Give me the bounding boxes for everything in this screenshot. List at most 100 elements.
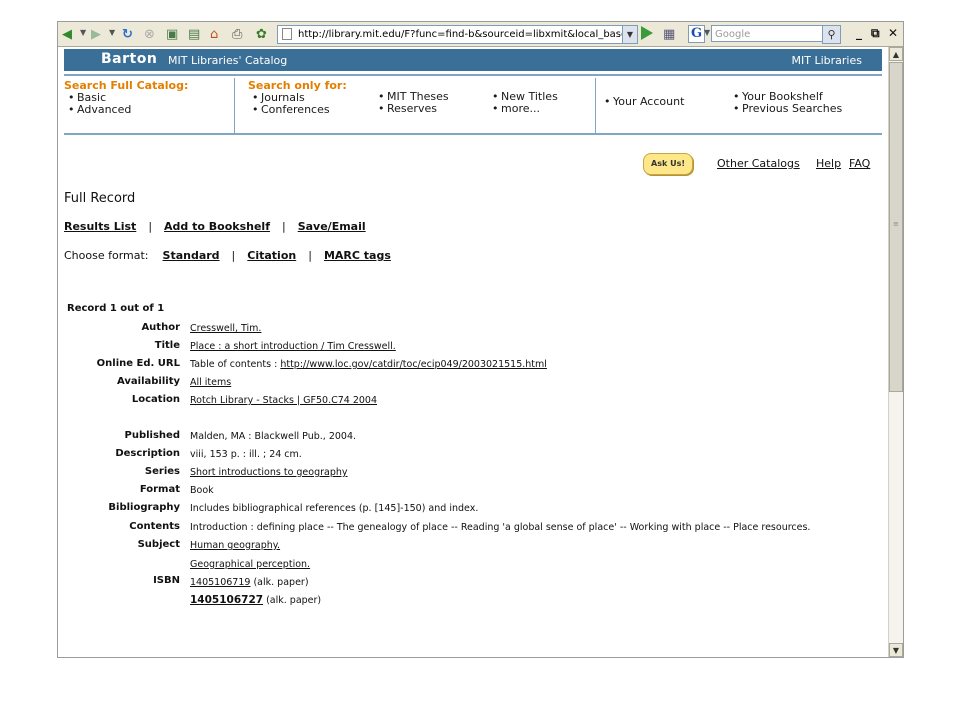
nav-column-bookshelf: Your Bookshelf Previous Searches — [729, 91, 842, 116]
nav-conferences[interactable]: Conferences — [261, 103, 330, 116]
web-page: Barton MIT Libraries' Catalog MIT Librar… — [58, 47, 887, 657]
format-chooser: Choose format: Standard | Citation | MARC ta… — [64, 249, 391, 262]
location-label: Location — [131, 394, 180, 405]
back-dropdown-icon[interactable]: ▼ — [80, 28, 86, 37]
faq-link[interactable]: FAQ — [849, 157, 870, 170]
search-engine-dropdown-icon[interactable]: ▼ — [704, 28, 710, 37]
search-only-section: Search only for: Journals Conferences — [248, 79, 347, 116]
search-icon[interactable]: ⚲ — [822, 25, 841, 44]
extension-icon[interactable]: ▦ — [663, 25, 675, 43]
scroll-up-icon[interactable]: ▲ — [889, 47, 903, 61]
record-actions: Results List | Add to Bookshelf | Save/Email — [64, 220, 366, 233]
other-catalogs-link[interactable]: Other Catalogs — [717, 157, 800, 170]
format-value: Book — [190, 485, 214, 496]
save-email-link[interactable]: Save/Email — [298, 220, 366, 233]
author-label: Author — [141, 322, 180, 333]
mit-libraries-link[interactable]: MIT Libraries — [792, 54, 862, 67]
isbn-note: (alk. paper) — [263, 595, 322, 606]
browser-toolbar: ◀ ▼ ▶ ▼ ↻ ⊗ ▣ ▤ ⌂ ⎙ ✿ http://library.mit… — [58, 22, 903, 47]
search-input[interactable]: Google — [711, 25, 839, 42]
title-link[interactable]: Place : a short introduction / Tim Cress… — [190, 341, 396, 352]
nav-reserves[interactable]: Reserves — [387, 102, 437, 115]
published-label: Published — [124, 430, 180, 441]
author-link[interactable]: Cresswell, Tim. — [190, 323, 261, 334]
online-url-prefix: Table of contents : — [190, 359, 281, 370]
separator: | — [308, 249, 312, 262]
choose-format-label: Choose format: — [64, 249, 149, 262]
isbn-note: (alk. paper) — [250, 577, 309, 588]
separator: | — [231, 249, 236, 262]
location-link[interactable]: Rotch Library - Stacks | GF50.C74 2004 — [190, 395, 377, 406]
scrollbar-thumb[interactable]: ≡ — [889, 62, 903, 392]
series-label: Series — [144, 466, 180, 477]
description-label: Description — [115, 448, 180, 459]
google-logo-icon[interactable]: G — [688, 25, 705, 43]
scroll-down-icon[interactable]: ▼ — [889, 643, 903, 657]
address-dropdown-icon[interactable]: ▼ — [622, 25, 638, 44]
add-to-bookshelf-link[interactable]: Add to Bookshelf — [164, 220, 270, 233]
online-url-link[interactable]: http://www.loc.gov/catdir/toc/ecip049/20… — [280, 359, 547, 370]
minimize-icon[interactable]: _ — [856, 26, 862, 40]
home-icon[interactable]: ⌂ — [210, 25, 218, 43]
brand-title: Barton — [101, 51, 158, 67]
leaf-icon[interactable]: ✿ — [256, 25, 267, 43]
contents-label: Contents — [129, 521, 180, 532]
isbn-link[interactable]: 1405106727 — [190, 594, 263, 606]
address-bar[interactable]: http://library.mit.edu/F?func=find-b&sou… — [277, 25, 623, 44]
nav-divider — [234, 78, 235, 133]
availability-label: Availability — [117, 376, 180, 387]
reload-icon[interactable]: ↻ — [122, 25, 133, 43]
restore-icon[interactable]: ⧉ — [871, 26, 880, 41]
bookmark-add-icon[interactable]: ▤ — [188, 25, 200, 43]
subject-link[interactable]: Geographical perception. — [190, 559, 310, 570]
nav-your-account[interactable]: Your Account — [613, 95, 684, 108]
format-citation-link[interactable]: Citation — [247, 249, 296, 262]
contents-value: Introduction : defining place -- The gen… — [190, 522, 811, 533]
series-link[interactable]: Short introductions to geography — [190, 467, 348, 478]
back-icon[interactable]: ◀ — [62, 25, 72, 43]
nav-previous-searches[interactable]: Previous Searches — [742, 102, 842, 115]
isbn-link[interactable]: 1405106719 — [190, 577, 250, 588]
title-value: Place : a short introduction / Tim Cress… — [190, 341, 396, 352]
bibliography-value: Includes bibliographical references (p. … — [190, 503, 479, 514]
record-count: Record 1 out of 1 — [67, 303, 165, 314]
new-tab-icon[interactable]: ▣ — [166, 25, 178, 43]
help-link[interactable]: Help — [816, 157, 841, 170]
nav-column-account: Your Account — [600, 95, 684, 109]
close-icon[interactable]: ✕ — [888, 26, 898, 40]
print-icon[interactable]: ⎙ — [232, 25, 242, 43]
vertical-scrollbar[interactable]: ▲ ≡ ▼ — [888, 47, 903, 657]
header-banner: Barton MIT Libraries' Catalog MIT Librar… — [64, 49, 882, 71]
page-title: Full Record — [64, 191, 136, 206]
online-url-value: Table of contents : http://www.loc.gov/c… — [190, 359, 547, 370]
nav-more[interactable]: more... — [501, 102, 540, 115]
nav-column-theses: MIT Theses Reserves — [374, 91, 449, 116]
isbn-value-2: 1405106727 (alk. paper) — [190, 594, 321, 606]
title-label: Title — [154, 340, 180, 351]
browser-window: ◀ ▼ ▶ ▼ ↻ ⊗ ▣ ▤ ⌂ ⎙ ✿ http://library.mit… — [57, 21, 904, 658]
format-standard-link[interactable]: Standard — [163, 249, 220, 262]
brand-subtitle: MIT Libraries' Catalog — [168, 54, 288, 67]
results-list-link[interactable]: Results List — [64, 220, 136, 233]
ask-us-button[interactable]: Ask Us! — [643, 153, 693, 175]
forward-dropdown-icon[interactable]: ▼ — [109, 28, 115, 37]
forward-icon[interactable]: ▶ — [91, 25, 101, 43]
grip-icon: ≡ — [893, 220, 899, 228]
subject-link[interactable]: Human geography. — [190, 540, 280, 551]
series-value: Short introductions to geography — [190, 467, 348, 478]
nav-bottom-divider — [64, 133, 882, 135]
format-marc-link[interactable]: MARC tags — [324, 249, 391, 262]
location-value: Rotch Library - Stacks | GF50.C74 2004 — [190, 395, 377, 406]
subject-value-2: Geographical perception. — [190, 559, 310, 570]
go-icon[interactable] — [641, 26, 653, 40]
subject-value-1: Human geography. — [190, 540, 280, 551]
page-icon — [282, 28, 292, 40]
nav-advanced[interactable]: Advanced — [77, 103, 131, 116]
author-value: Cresswell, Tim. — [190, 323, 261, 334]
availability-link[interactable]: All items — [190, 377, 231, 388]
format-label: Format — [139, 484, 180, 495]
bibliography-label: Bibliography — [108, 502, 180, 513]
stop-icon[interactable]: ⊗ — [144, 25, 155, 43]
isbn-value-1: 1405106719 (alk. paper) — [190, 577, 309, 588]
availability-value: All items — [190, 377, 231, 388]
